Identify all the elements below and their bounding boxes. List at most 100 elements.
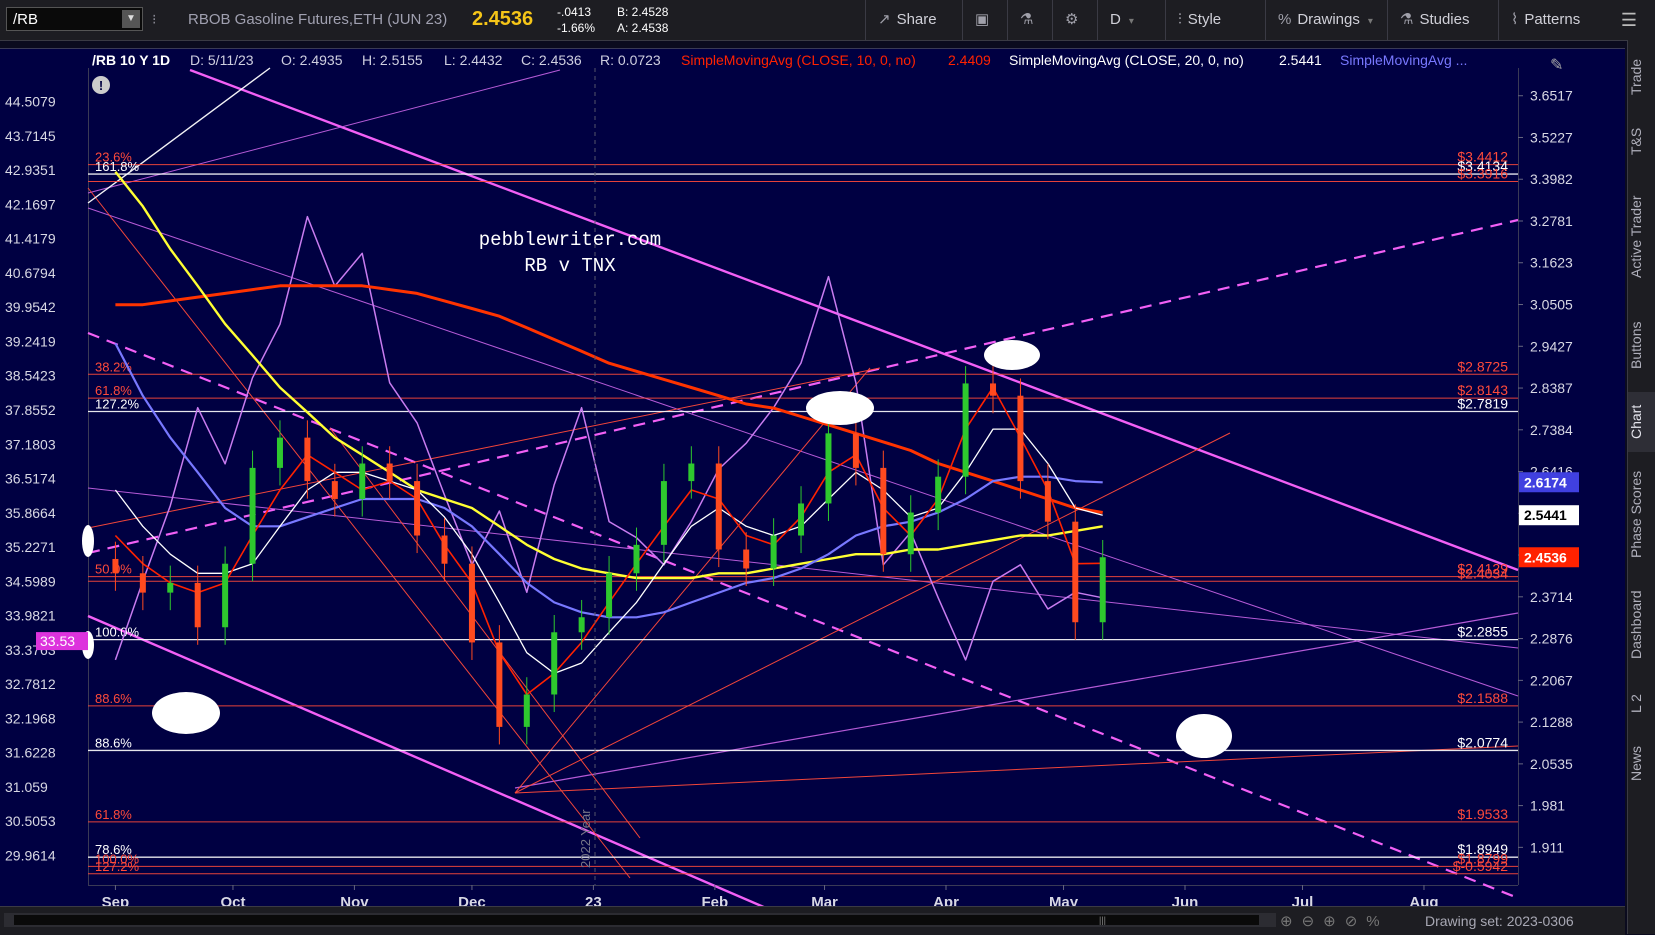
sidebar-tab-chart[interactable]: Chart xyxy=(1628,392,1655,452)
candle-body xyxy=(688,463,695,482)
patterns-icon: ⌇ xyxy=(1511,11,1519,28)
sidebar-tab-buttons[interactable]: Buttons xyxy=(1628,304,1655,386)
highlight-oval-4 xyxy=(82,525,94,557)
sidebar-tab-active-trader[interactable]: Active Trader xyxy=(1628,176,1655,298)
sidebar-tab-dashboard[interactable]: Dashboard xyxy=(1628,576,1655,674)
chevron-down-icon: ▾ xyxy=(1367,16,1373,27)
fib-pct-label-8: 100.0% xyxy=(95,625,140,640)
header-open: O: 2.4935 xyxy=(281,52,343,68)
left-axis-label-18: 32.1968 xyxy=(5,710,56,726)
menu-icon[interactable]: ☰ xyxy=(1621,10,1637,31)
drawings-label: Drawings xyxy=(1297,11,1360,28)
year-marker-label: 2022 Year xyxy=(578,809,593,868)
scrollbar-thumb[interactable] xyxy=(14,915,1259,925)
candle-body xyxy=(523,694,530,727)
left-axis-label-10: 37.1803 xyxy=(5,436,56,452)
right-axis-label-1: 3.5227 xyxy=(1530,129,1573,145)
gear-icon: ⚙ xyxy=(1065,11,1079,28)
candle-body xyxy=(331,481,338,499)
candle-body xyxy=(441,535,448,564)
right-axis-label-5: 3.0505 xyxy=(1530,297,1573,313)
share-button[interactable]: ↗ Share xyxy=(865,0,962,40)
style-button[interactable]: ⫶ Style xyxy=(1165,0,1265,40)
fib-pct-label-10: 88.6% xyxy=(95,735,132,750)
sidebar-tab-trade[interactable]: Trade xyxy=(1628,48,1655,106)
sidebar-tab-t-s[interactable]: T&S xyxy=(1628,112,1655,170)
left-axis-label-17: 32.7812 xyxy=(5,676,56,692)
zoom-controls[interactable]: ⊕⊖⊕⊘% xyxy=(1280,912,1389,930)
studies-label: Studies xyxy=(1419,11,1470,28)
candle-body xyxy=(222,563,229,628)
link-icon[interactable]: ⁝ xyxy=(152,11,156,28)
fib-price-label-14: $-0.5942 xyxy=(1453,858,1508,874)
left-axis-label-0: 44.5079 xyxy=(5,94,56,110)
left-axis-label-21: 30.5053 xyxy=(5,813,56,829)
drawings-button[interactable]: % Drawings ▾ xyxy=(1265,0,1387,40)
candle-body xyxy=(606,573,613,618)
watermark-pair: RB v TNX xyxy=(524,255,616,277)
bid-ask-block: B: 2.4528 A: 2.4538 xyxy=(617,4,668,36)
header-close: C: 2.4536 xyxy=(521,52,582,68)
price-chart[interactable]: $3.441223.6%$3.4134161.8% $3.3916$2.87253… xyxy=(0,40,1625,922)
share-label: Share xyxy=(896,11,937,28)
studies-button[interactable]: ⚗ Studies xyxy=(1387,0,1498,40)
sidebar-tab-l-2[interactable]: L 2 xyxy=(1628,680,1655,728)
left-axis-label-9: 37.8552 xyxy=(5,402,56,418)
candle-body xyxy=(386,463,393,482)
left-axis-label-20: 31.059 xyxy=(5,779,48,795)
flask-icon: ⚗ xyxy=(1400,11,1414,28)
settings-button[interactable]: ⚙ xyxy=(1052,0,1097,40)
right-axis-label-14: 2.2067 xyxy=(1530,672,1573,688)
candle-body xyxy=(1099,557,1106,623)
left-axis-label-11: 36.5174 xyxy=(5,471,56,487)
fib-pct-label-5: 127.2% xyxy=(95,397,140,412)
symbol-dropdown-icon[interactable]: ▼ xyxy=(122,10,140,28)
highlight-oval-0 xyxy=(984,340,1040,370)
fib-price-label-9: $2.1588 xyxy=(1457,690,1508,706)
flask-button[interactable]: ⚗ xyxy=(1007,0,1052,40)
left-axis-label-4: 41.4179 xyxy=(5,231,56,247)
right-axis-label-3: 3.2781 xyxy=(1530,213,1573,229)
candle-body xyxy=(633,544,640,574)
screenshot-button[interactable]: ▣ xyxy=(962,0,1007,40)
symbol-description: RBOB Gasoline Futures,ETH (JUN 23) xyxy=(188,11,448,28)
right-axis-label-16: 2.0535 xyxy=(1530,756,1573,772)
drawing-tool-icon[interactable]: ✎ xyxy=(1550,57,1563,74)
candle-body xyxy=(249,467,256,564)
bid-price: B: 2.4528 xyxy=(617,5,669,19)
candle-body xyxy=(770,535,777,569)
style-icon: ⫶ xyxy=(1178,11,1182,28)
scroll-grip-icon[interactable]: ||| xyxy=(1099,915,1106,925)
toolbar: /RB ▼ ⁝ RBOB Gasoline Futures,ETH (JUN 23… xyxy=(0,0,1655,41)
period-button[interactable]: D ▾ xyxy=(1097,0,1165,40)
right-axis-label-12: 2.3714 xyxy=(1530,589,1573,605)
candle-body xyxy=(276,437,283,468)
left-axis-label-22: 29.9614 xyxy=(5,847,56,863)
candle-body xyxy=(112,558,119,574)
fib-pct-label-1: 161.8% xyxy=(95,159,140,174)
sidebar-tab-news[interactable]: News xyxy=(1628,734,1655,792)
fib-price-label-5: $2.7819 xyxy=(1457,396,1508,412)
highlight-oval-1 xyxy=(806,391,874,425)
camera-icon: ▣ xyxy=(975,11,990,28)
candle-body xyxy=(743,549,750,569)
patterns-button[interactable]: ⌇ Patterns xyxy=(1498,0,1613,40)
patterns-label: Patterns xyxy=(1524,11,1581,28)
sidebar-tab-phase-scores[interactable]: Phase Scores xyxy=(1628,458,1655,570)
left-axis-label-6: 39.9542 xyxy=(5,299,56,315)
symbol-text: /RB xyxy=(13,11,39,28)
percent-icon: % xyxy=(1278,11,1292,28)
header-low: L: 2.4432 xyxy=(444,52,503,68)
period-label: D xyxy=(1110,11,1121,28)
fib-pct-label-9: 88.6% xyxy=(95,691,132,706)
fib-price-label-11: $1.9533 xyxy=(1457,806,1508,822)
symbol-field[interactable]: /RB ▼ xyxy=(6,7,143,31)
header-date: D: 5/11/23 xyxy=(190,52,254,68)
candle-body xyxy=(962,383,969,477)
right-axis-label-6: 2.9427 xyxy=(1530,338,1573,354)
chart-title: /RB 10 Y 1D xyxy=(92,52,170,68)
right-sidebar: Trade T&S Active Trader Buttons Chart Phase S… xyxy=(1627,40,1655,934)
right-axis-label-8: 2.7384 xyxy=(1530,422,1573,438)
time-scrollbar[interactable]: ||| xyxy=(4,913,1276,927)
candle-body xyxy=(1072,521,1079,623)
